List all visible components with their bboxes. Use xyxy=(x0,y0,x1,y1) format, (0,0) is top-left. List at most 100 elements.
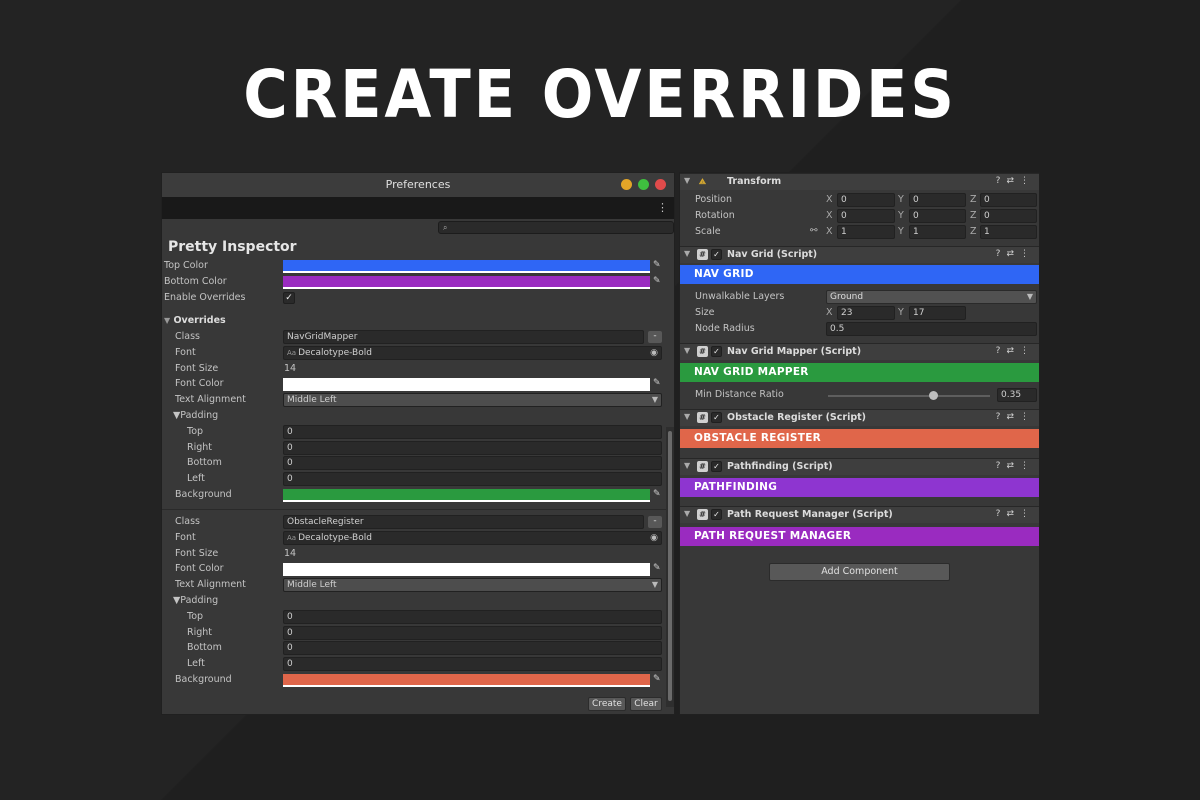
text-alignment-dropdown[interactable]: Middle Left ▼ xyxy=(283,578,662,593)
position-y-field[interactable]: 0 xyxy=(909,193,966,207)
fold-arrow-icon[interactable]: ▼ xyxy=(684,461,690,470)
component-enable-checkbox[interactable]: ✓ xyxy=(711,249,722,260)
path-request-manager-header[interactable]: ▼ # ✓ Path Request Manager (Script) ?⇄⋮ xyxy=(680,506,1039,523)
class-field[interactable]: NavGridMapper xyxy=(283,330,644,344)
size-y-field[interactable]: 17 xyxy=(909,306,966,320)
font-size-value[interactable]: 14 xyxy=(284,548,296,559)
component-buttons[interactable]: ?⇄⋮ xyxy=(996,249,1035,259)
font-size-value[interactable]: 14 xyxy=(284,363,296,374)
font-color-field[interactable] xyxy=(283,378,650,392)
slider-knob[interactable] xyxy=(929,391,939,400)
padding-bottom-field[interactable]: 0 xyxy=(283,456,662,471)
object-picker-icon[interactable]: ◉ xyxy=(650,347,658,359)
fold-arrow-icon[interactable]: ▼ xyxy=(684,176,690,185)
nav-grid-header[interactable]: ▼ # ✓ Nav Grid (Script) ?⇄⋮ xyxy=(680,246,1039,263)
font-field[interactable]: Aa Decalotype-Bold ◉ xyxy=(283,530,662,545)
min-distance-slider[interactable] xyxy=(828,395,990,397)
padding-right-field[interactable]: 0 xyxy=(283,625,662,640)
component-buttons[interactable]: ?⇄⋮ xyxy=(996,461,1035,471)
remove-override-button[interactable]: - xyxy=(648,516,662,528)
fold-arrow-icon[interactable]: ▼ xyxy=(684,412,690,421)
fold-arrow-icon[interactable]: ▼ xyxy=(684,249,690,258)
scale-x-field[interactable]: 1 xyxy=(837,225,895,239)
right-label: Right xyxy=(187,626,213,638)
minimize-button[interactable] xyxy=(621,179,632,190)
padding-label[interactable]: ▼Padding xyxy=(173,595,218,606)
rotation-y-field[interactable]: 0 xyxy=(909,209,966,223)
clear-button[interactable]: Clear xyxy=(630,697,662,711)
close-button[interactable] xyxy=(655,179,666,190)
bottom-color-field[interactable] xyxy=(283,276,650,289)
font-field[interactable]: Aa Decalotype-Bold ◉ xyxy=(283,345,662,360)
remove-override-button[interactable]: - xyxy=(648,331,662,343)
scale-y-field[interactable]: 1 xyxy=(909,225,966,239)
padding-top-field[interactable]: 0 xyxy=(283,609,662,624)
transform-header[interactable]: ▼ ⟁ Transform ?⇄⋮ xyxy=(680,173,1039,190)
object-picker-icon[interactable]: ◉ xyxy=(650,532,658,544)
component-buttons[interactable]: ?⇄⋮ xyxy=(996,412,1035,422)
position-z-field[interactable]: 0 xyxy=(980,193,1037,207)
top-row: Top 0 xyxy=(162,609,674,625)
component-buttons[interactable]: ?⇄⋮ xyxy=(996,509,1035,519)
maximize-button[interactable] xyxy=(638,179,649,190)
add-component-button[interactable]: Add Component xyxy=(769,563,950,581)
size-x-field[interactable]: 23 xyxy=(837,306,895,320)
fold-arrow-icon[interactable]: ▼ xyxy=(684,509,690,518)
fold-arrow-icon[interactable]: ▼ xyxy=(684,346,690,355)
component-buttons[interactable]: ?⇄⋮ xyxy=(996,346,1035,356)
padding-left-field[interactable]: 0 xyxy=(283,657,662,672)
eyedropper-icon[interactable]: ✎ xyxy=(653,563,663,575)
padding-label[interactable]: ▼Padding xyxy=(173,410,218,421)
component-buttons[interactable]: ?⇄⋮ xyxy=(996,176,1035,186)
top-color-field[interactable] xyxy=(283,260,650,273)
scale-z-field[interactable]: 1 xyxy=(980,225,1037,239)
search-input[interactable]: ⌕ xyxy=(438,221,674,234)
component-enable-checkbox[interactable]: ✓ xyxy=(711,412,722,423)
component-enable-checkbox[interactable]: ✓ xyxy=(711,509,722,520)
background-field[interactable] xyxy=(283,489,650,502)
text-alignment-dropdown[interactable]: Middle Left ▼ xyxy=(283,393,662,408)
font-size-label: Font Size xyxy=(175,547,219,559)
node-radius-field[interactable]: 0.5 xyxy=(826,322,1037,336)
create-button[interactable]: Create xyxy=(588,697,626,711)
position-x-field[interactable]: 0 xyxy=(837,193,895,207)
rotation-z-field[interactable]: 0 xyxy=(980,209,1037,223)
obstacle-register-header[interactable]: ▼ # ✓ Obstacle Register (Script) ?⇄⋮ xyxy=(680,409,1039,426)
component-enable-checkbox[interactable]: ✓ xyxy=(711,461,722,472)
overrides-foldout[interactable]: ▼ Overrides xyxy=(162,314,674,329)
padding-left-field[interactable]: 0 xyxy=(283,472,662,487)
class-field[interactable]: ObstacleRegister xyxy=(283,515,644,529)
eyedropper-icon[interactable]: ✎ xyxy=(653,489,663,501)
top-color-row: Top Color ✎ xyxy=(162,259,674,274)
rotation-label: Rotation xyxy=(695,210,735,221)
font-color-label: Font Color xyxy=(175,378,224,390)
background-label: Background xyxy=(175,489,232,500)
top-label: Top xyxy=(187,425,204,437)
more-options-icon[interactable]: ⋮ xyxy=(657,201,668,214)
component-enable-checkbox[interactable]: ✓ xyxy=(711,346,722,357)
font-color-field[interactable] xyxy=(283,563,650,577)
left-row: Left 0 xyxy=(162,657,674,672)
right-label: Right xyxy=(187,441,213,453)
rotation-x-field[interactable]: 0 xyxy=(837,209,895,223)
scale-label: Scale xyxy=(695,226,721,237)
class-row: Class NavGridMapper - xyxy=(162,330,674,345)
eyedropper-icon[interactable]: ✎ xyxy=(653,674,663,686)
padding-bottom-field[interactable]: 0 xyxy=(283,641,662,656)
preferences-titlebar[interactable]: Preferences xyxy=(162,173,674,197)
pathfinding-header[interactable]: ▼ # ✓ Pathfinding (Script) ?⇄⋮ xyxy=(680,458,1039,475)
enable-overrides-checkbox[interactable]: ✓ xyxy=(283,292,295,304)
unwalkable-layers-dropdown[interactable]: Ground ▼ xyxy=(826,290,1037,304)
padding-top-field[interactable]: 0 xyxy=(283,424,662,439)
eyedropper-icon[interactable]: ✎ xyxy=(653,260,663,272)
eyedropper-icon[interactable]: ✎ xyxy=(653,276,663,288)
background-field[interactable] xyxy=(283,674,650,687)
nav-grid-mapper-header[interactable]: ▼ # ✓ Nav Grid Mapper (Script) ?⇄⋮ xyxy=(680,343,1039,360)
font-asset-icon: Aa xyxy=(287,533,297,542)
eyedropper-icon[interactable]: ✎ xyxy=(653,378,663,390)
padding-right-field[interactable]: 0 xyxy=(283,440,662,455)
font-value: Decalotype-Bold xyxy=(298,347,372,358)
link-icon[interactable]: ⚯ xyxy=(810,226,818,236)
scrollbar-thumb[interactable] xyxy=(668,431,672,701)
min-distance-field[interactable]: 0.35 xyxy=(997,388,1037,402)
